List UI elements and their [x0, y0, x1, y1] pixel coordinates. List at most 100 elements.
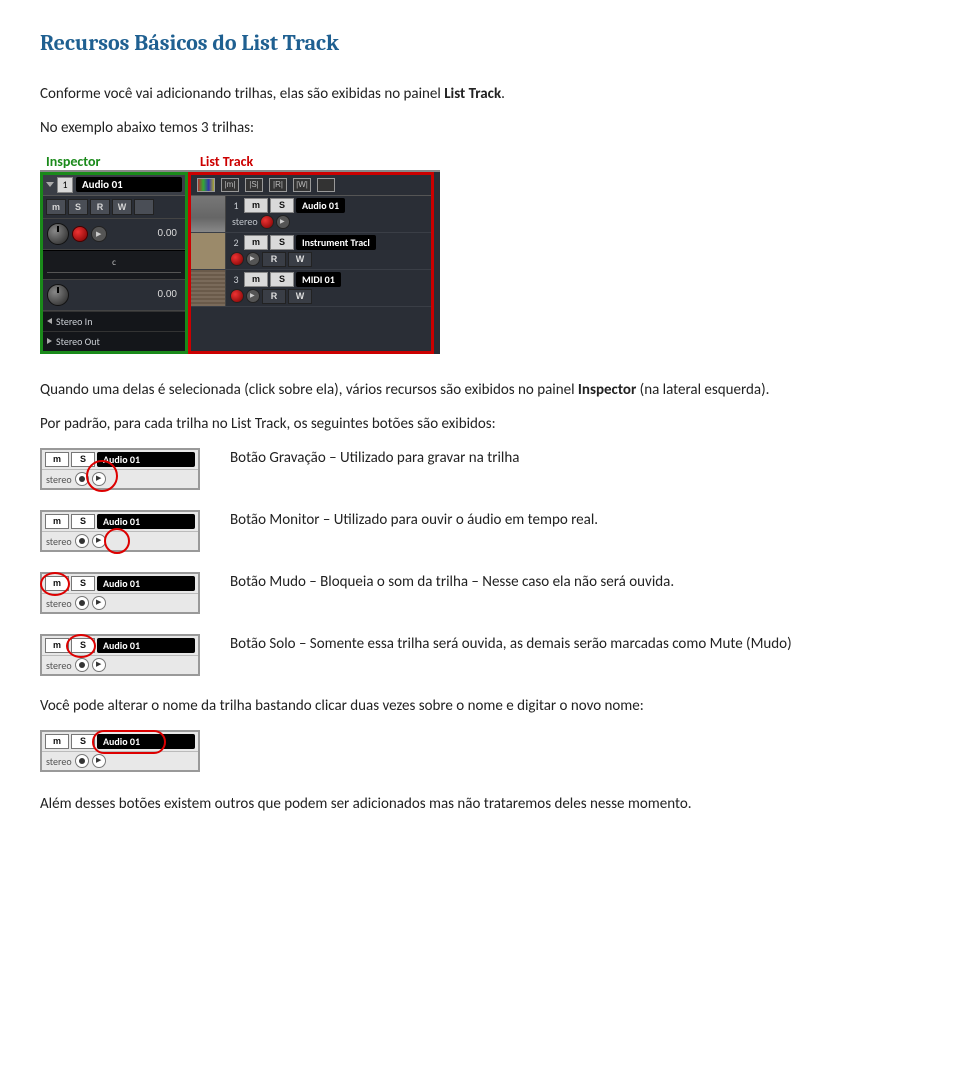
mute-button[interactable]: m [45, 452, 69, 467]
para-inspector-pre: Quando uma delas é selecionada (click so… [40, 381, 578, 399]
para-inspector: Quando uma delas é selecionada (click so… [40, 380, 920, 400]
track-name[interactable]: Audio 01 [296, 198, 345, 213]
listtrack-panel: |m| |S| |R| |W| 1 m S Audio 01 stereo [188, 172, 434, 354]
mute-button[interactable]: m [45, 638, 69, 653]
para-rename: Você pode alterar o nome da trilha basta… [40, 696, 920, 716]
volume-value: 0.00 [158, 228, 181, 239]
monitor-button[interactable] [92, 472, 106, 486]
track-name[interactable]: Audio 01 [97, 576, 195, 591]
scale-center-label: c [112, 257, 116, 268]
label-listtrack: List Track [194, 153, 253, 170]
solo-button[interactable]: S [71, 638, 95, 653]
record-enable-button[interactable] [230, 252, 244, 266]
track-thumb [191, 196, 226, 232]
expand-icon[interactable] [46, 182, 54, 187]
record-enable-button[interactable] [75, 658, 89, 672]
mute-button[interactable]: m [244, 272, 268, 287]
track-name[interactable]: Audio 01 [97, 638, 195, 653]
track-row[interactable]: 1 m S Audio 01 stereo [191, 196, 431, 233]
stereo-out-row[interactable]: Stereo Out [43, 331, 185, 351]
mute-button[interactable]: m [244, 198, 268, 213]
monitor-button[interactable] [246, 289, 260, 303]
stereo-in-label: Stereo In [56, 315, 92, 328]
pan-scale[interactable]: c [43, 250, 185, 280]
write-button[interactable]: W [288, 289, 312, 304]
header-colorbars-icon[interactable] [197, 178, 215, 192]
strip-record: m S Audio 01 stereo [40, 448, 200, 490]
track-index: 1 [230, 199, 242, 212]
strip-mute: m S Audio 01 stereo [40, 572, 200, 614]
solo-button[interactable]: S [270, 272, 294, 287]
record-enable-button[interactable] [72, 226, 88, 242]
intro-bold: List Track [444, 85, 501, 103]
read-button[interactable]: R [90, 199, 110, 215]
pan-knob[interactable] [47, 284, 69, 306]
read-button[interactable]: R [262, 252, 286, 267]
header-filter-s-icon[interactable]: |S| [245, 178, 263, 192]
mute-button[interactable]: m [45, 734, 69, 749]
track-index: 1 [57, 177, 73, 193]
track-name[interactable]: Instrument Tracl [296, 235, 376, 250]
read-button[interactable]: R [262, 289, 286, 304]
inspector-panel: 1 Audio 01 m S R W 0.00 c [40, 172, 188, 354]
stereo-label: stereo [46, 755, 72, 768]
extra-button[interactable] [134, 199, 154, 215]
header-filter-w-icon[interactable]: |W| [293, 178, 311, 192]
track-thumb [191, 270, 226, 306]
record-enable-button[interactable] [75, 534, 89, 548]
caption-record: Botão Gravação – Utilizado para gravar n… [230, 448, 920, 468]
label-inspector: Inspector [40, 153, 194, 170]
mute-button[interactable]: m [244, 235, 268, 250]
record-enable-button[interactable] [230, 289, 244, 303]
track-name[interactable]: MIDI 01 [296, 272, 341, 287]
header-filter-m-icon[interactable]: |m| [221, 178, 239, 192]
stereo-in-row[interactable]: Stereo In [43, 311, 185, 331]
solo-button[interactable]: S [68, 199, 88, 215]
monitor-button[interactable] [92, 658, 106, 672]
header-extra-icon[interactable] [317, 178, 335, 192]
solo-button[interactable]: S [71, 734, 95, 749]
intro-line1: Conforme você vai adicionando trilhas, e… [40, 84, 920, 104]
monitor-button[interactable] [276, 215, 290, 229]
stereo-label: stereo [46, 473, 72, 486]
page-title: Recursos Básicos do List Track [40, 30, 920, 56]
record-enable-button[interactable] [75, 472, 89, 486]
solo-button[interactable]: S [71, 576, 95, 591]
solo-button[interactable]: S [270, 198, 294, 213]
strip-monitor: m S Audio 01 stereo [40, 510, 200, 552]
record-enable-button[interactable] [75, 596, 89, 610]
track-row[interactable]: 3 m S MIDI 01 R W [191, 270, 431, 307]
track-thumb [191, 233, 226, 269]
track-row[interactable]: 2 m S Instrument Tracl R W [191, 233, 431, 270]
stereo-out-label: Stereo Out [56, 335, 100, 348]
intro-line2: No exemplo abaixo temos 3 trilhas: [40, 118, 920, 138]
track-name[interactable]: Audio 01 [97, 734, 195, 749]
monitor-button[interactable] [92, 534, 106, 548]
volume-knob[interactable] [47, 223, 69, 245]
track-name[interactable]: Audio 01 [97, 452, 195, 467]
solo-button[interactable]: S [270, 235, 294, 250]
solo-button[interactable]: S [71, 452, 95, 467]
record-enable-button[interactable] [75, 754, 89, 768]
header-filter-r-icon[interactable]: |R| [269, 178, 287, 192]
mute-button[interactable]: m [45, 576, 69, 591]
record-enable-button[interactable] [260, 215, 274, 229]
monitor-button[interactable] [91, 226, 107, 242]
strip-solo: m S Audio 01 stereo [40, 634, 200, 676]
mute-button[interactable]: m [45, 514, 69, 529]
caption-monitor: Botão Monitor – Utilizado para ouvir o á… [230, 510, 920, 530]
monitor-button[interactable] [92, 596, 106, 610]
mute-button[interactable]: m [46, 199, 66, 215]
track-name[interactable]: Audio 01 [76, 177, 182, 192]
track-name[interactable]: Audio 01 [97, 514, 195, 529]
main-screenshot: Inspector List Track 1 Audio 01 m S R W … [40, 153, 440, 354]
caption-mute: Botão Mudo – Bloqueia o som da trilha – … [230, 572, 920, 592]
write-button[interactable]: W [112, 199, 132, 215]
stereo-label: stereo [46, 597, 72, 610]
input-arrow-icon [47, 318, 52, 324]
monitor-button[interactable] [246, 252, 260, 266]
intro-post: . [501, 85, 505, 103]
write-button[interactable]: W [288, 252, 312, 267]
monitor-button[interactable] [92, 754, 106, 768]
solo-button[interactable]: S [71, 514, 95, 529]
